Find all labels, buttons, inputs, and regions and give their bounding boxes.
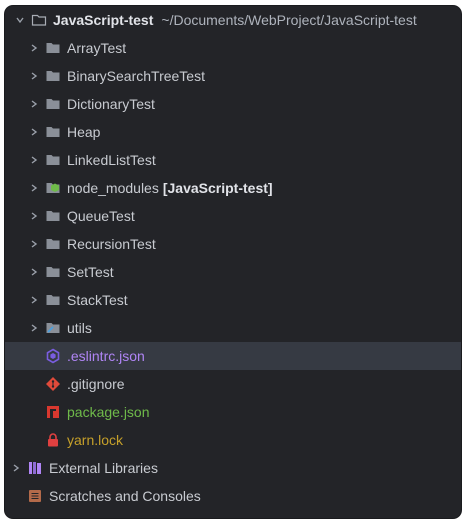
tree-row-file-package-json[interactable]: package.json [5, 398, 461, 426]
chevron-right-icon[interactable] [27, 153, 41, 167]
chevron-right-icon[interactable] [27, 293, 41, 307]
chevron-right-icon[interactable] [9, 461, 23, 475]
folder-icon [45, 68, 61, 84]
chevron-right-icon[interactable] [27, 41, 41, 55]
tree-row-label: .gitignore [67, 376, 125, 392]
folder-icon [45, 264, 61, 280]
tree-row-folder[interactable]: ArrayTest [5, 34, 461, 62]
tree-row-label: DictionaryTest [67, 96, 155, 112]
library-icon [27, 460, 43, 476]
tree-row-folder[interactable]: QueueTest [5, 202, 461, 230]
tree-row-label: Scratches and Consoles [49, 488, 201, 504]
tree-row-label: yarn.lock [67, 432, 124, 448]
folder-icon [45, 152, 61, 168]
tree-row-label: External Libraries [49, 460, 158, 476]
tree-row-label: Heap [67, 124, 101, 140]
chevron-right-icon[interactable] [27, 69, 41, 83]
chevron-right-icon[interactable] [27, 125, 41, 139]
tree-row-folder[interactable]: SetTest [5, 258, 461, 286]
tree-row-project-root[interactable]: JavaScript-test ~/Documents/WebProject/J… [5, 6, 461, 34]
npm-icon [45, 404, 61, 420]
chevron-right-icon[interactable] [27, 265, 41, 279]
tree-row-label: .eslintrc.json [67, 348, 145, 364]
chevron-right-icon[interactable] [27, 97, 41, 111]
project-tree-panel: JavaScript-test ~/Documents/WebProject/J… [5, 6, 461, 518]
tree-row-folder[interactable]: DictionaryTest [5, 90, 461, 118]
tree-row-folder[interactable]: RecursionTest [5, 230, 461, 258]
tree-row-label: RecursionTest [67, 236, 156, 252]
tree-row-file-eslintrc[interactable]: .eslintrc.json [5, 342, 461, 370]
tree-row-label: LinkedListTest [67, 152, 156, 168]
tree-row-label: BinarySearchTreeTest [67, 68, 205, 84]
node-modules-folder-icon [45, 180, 61, 196]
chevron-right-icon[interactable] [27, 237, 41, 251]
folder-icon [45, 96, 61, 112]
tree-row-external-libraries[interactable]: External Libraries [5, 454, 461, 482]
tree-row-folder[interactable]: Heap [5, 118, 461, 146]
tree-row-file-yarn-lock[interactable]: yarn.lock [5, 426, 461, 454]
tree-row-label: QueueTest [67, 208, 135, 224]
chevron-right-icon[interactable] [27, 209, 41, 223]
chevron-right-icon[interactable] [27, 181, 41, 195]
tree-row-file-gitignore[interactable]: .gitignore [5, 370, 461, 398]
tree-row-folder-node-modules[interactable]: node_modules [JavaScript-test] [5, 174, 461, 202]
scratches-icon [27, 488, 43, 504]
tree-row-scratches[interactable]: Scratches and Consoles [5, 482, 461, 510]
git-icon [45, 376, 61, 392]
chevron-down-icon[interactable] [13, 13, 27, 27]
tree-row-label: package.json [67, 404, 150, 420]
folder-icon [45, 292, 61, 308]
project-name: JavaScript-test [53, 12, 154, 28]
tree-row-label: node_modules [67, 180, 159, 196]
folder-icon [45, 124, 61, 140]
project-path: ~/Documents/WebProject/JavaScript-test [161, 12, 417, 28]
tree-row-folder[interactable]: utils [5, 314, 461, 342]
folder-icon [45, 208, 61, 224]
eslint-icon [45, 348, 61, 364]
tree-row-folder[interactable]: LinkedListTest [5, 146, 461, 174]
folder-icon [45, 40, 61, 56]
tree-row-folder[interactable]: StackTest [5, 286, 461, 314]
lock-icon [45, 432, 61, 448]
folder-icon [31, 12, 47, 28]
folder-icon [45, 320, 61, 336]
tree-row-label: SetTest [67, 264, 114, 280]
folder-icon [45, 236, 61, 252]
tree-row-label: utils [67, 320, 92, 336]
module-owner-label: [JavaScript-test] [162, 180, 273, 196]
tree-row-label: StackTest [67, 292, 128, 308]
tree-row-label: ArrayTest [67, 40, 127, 56]
tree-row-folder[interactable]: BinarySearchTreeTest [5, 62, 461, 90]
chevron-right-icon[interactable] [27, 321, 41, 335]
